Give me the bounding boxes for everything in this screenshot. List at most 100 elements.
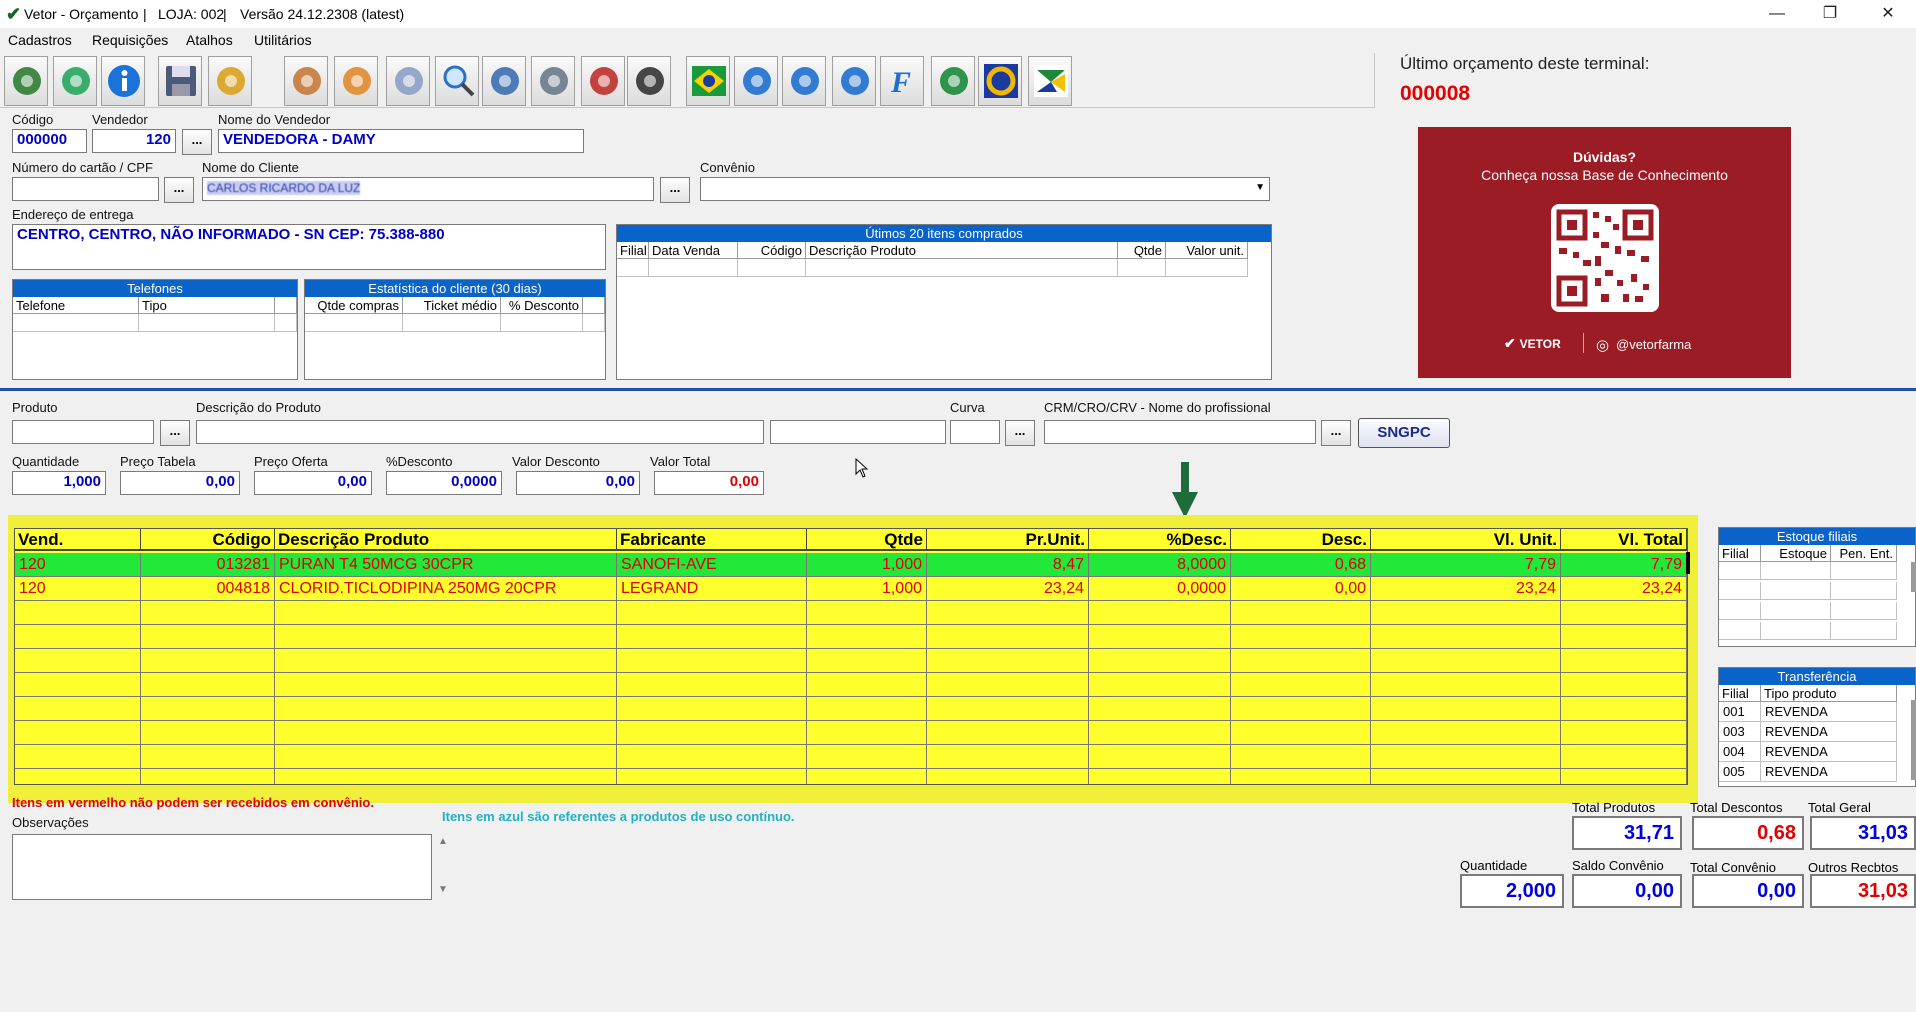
table-row[interactable] (15, 601, 1687, 625)
table-row[interactable] (15, 673, 1687, 697)
flag-icon[interactable] (1028, 56, 1072, 106)
cell-codigo: 013281 (141, 553, 275, 577)
cartao-lookup-button[interactable]: ... (164, 177, 194, 203)
refresh-icon[interactable] (53, 56, 97, 106)
table-row[interactable]: 004 REVENDA (1719, 742, 1897, 762)
person-run-icon[interactable] (734, 56, 778, 106)
table-cell (1831, 622, 1897, 640)
recycle-icon[interactable] (931, 56, 975, 106)
maximize-icon[interactable]: ❐ (1808, 2, 1852, 26)
col-codigo[interactable]: Código (141, 529, 275, 551)
col-fabricante[interactable]: Fabricante (617, 529, 807, 551)
col-vend[interactable]: Vend. (15, 529, 141, 551)
table-row[interactable] (15, 697, 1687, 721)
table-row[interactable]: 005 REVENDA (1719, 762, 1897, 782)
add-user-icon[interactable] (4, 56, 48, 106)
desconto-pct-field[interactable]: 0,0000 (386, 471, 502, 495)
spiral-icon[interactable] (832, 56, 876, 106)
table-cell (649, 259, 738, 277)
descricao-produto-field[interactable] (196, 420, 764, 444)
brazil-flag-icon[interactable] (686, 56, 730, 106)
produto-lookup-button[interactable]: ... (160, 420, 190, 446)
col-pct-desc[interactable]: %Desc. (1089, 529, 1231, 551)
web-cart-icon[interactable] (627, 56, 671, 106)
table-row[interactable]: 120 013281 PURAN T4 50MCG 30CPR SANOFI-AVE 1… (15, 553, 1687, 577)
valor-desconto-label: Valor Desconto (512, 454, 600, 469)
chevron-down-icon[interactable]: ▼ (1255, 182, 1265, 193)
dna-icon[interactable] (782, 56, 826, 106)
quantidade-field[interactable]: 1,000 (12, 471, 106, 495)
quantidade-label: Quantidade (12, 454, 80, 469)
cliente-lookup-button[interactable]: ... (660, 177, 690, 203)
scroll-down-icon[interactable]: ▼ (438, 884, 448, 895)
estatistica-title: Estatística do cliente (30 dias) (305, 280, 605, 297)
cartao-label: Número do cartão / CPF (12, 160, 153, 175)
edit-icon[interactable] (208, 56, 252, 106)
vendedor-lookup-button[interactable]: ... (182, 129, 212, 155)
close-icon[interactable]: ✕ (1866, 2, 1910, 26)
cell-filial: 005 (1719, 762, 1761, 782)
menu-cadastros[interactable]: Cadastros (8, 32, 72, 48)
endereco-field[interactable]: CENTRO, CENTRO, NÃO INFORMADO - SN CEP: … (12, 224, 606, 270)
svg-text:F: F (890, 66, 911, 99)
customer-card-icon[interactable] (334, 56, 378, 106)
nome-vendedor-field[interactable]: VENDEDORA - DAMY (218, 129, 584, 153)
col-pen-ent: Pen. Ent. (1831, 545, 1897, 562)
col-qtde[interactable]: Qtde (807, 529, 927, 551)
valor-desconto-field[interactable]: 0,00 (516, 471, 640, 495)
customers-icon[interactable] (284, 56, 328, 106)
col-vl-total[interactable]: Vl. Total (1561, 529, 1687, 551)
nome-cliente-field[interactable]: CARLOS RICARDO DA LUZ (202, 177, 654, 201)
cartao-field[interactable] (12, 177, 159, 201)
col-vl-unit[interactable]: Vl. Unit. (1371, 529, 1561, 551)
convenio-select[interactable]: ▼ (700, 177, 1270, 201)
cell-vl-unit (1371, 745, 1561, 769)
knowledge-base-banner[interactable]: Dúvidas? Conheça nossa Base de Conhecime… (1418, 127, 1791, 378)
save-icon[interactable] (158, 56, 202, 106)
menu-utilitarios[interactable]: Utilitários (254, 32, 312, 48)
col-pr-unit[interactable]: Pr.Unit. (927, 529, 1089, 551)
table-row[interactable] (15, 625, 1687, 649)
search-icon[interactable] (435, 56, 479, 106)
col-desconto: % Desconto (501, 297, 583, 314)
table-row[interactable]: 001 REVENDA (1719, 702, 1897, 722)
curva-field[interactable] (950, 420, 1000, 444)
preco-oferta-field[interactable]: 0,00 (254, 471, 372, 495)
delivery-icon[interactable] (581, 56, 625, 106)
user-icon[interactable] (531, 56, 575, 106)
codigo-field[interactable]: 000000 (12, 129, 87, 153)
cell-descricao (275, 625, 617, 649)
curva-lookup-button[interactable]: ... (1005, 420, 1035, 446)
estoque-scrollbar[interactable] (1911, 562, 1916, 592)
menu-atalhos[interactable]: Atalhos (186, 32, 233, 48)
transferencia-scrollbar[interactable] (1911, 700, 1916, 780)
scroll-up-icon[interactable]: ▲ (438, 836, 448, 847)
recycle-icon-glyph (940, 67, 968, 95)
ring-icon[interactable] (978, 56, 1022, 106)
crm-field[interactable] (1044, 420, 1316, 444)
col-descricao[interactable]: Descrição Produto (275, 529, 617, 551)
cell-codigo (141, 673, 275, 697)
info-icon[interactable] (101, 56, 145, 106)
observacoes-textarea[interactable] (12, 834, 432, 900)
produto-extra-field[interactable] (770, 420, 946, 444)
table-row[interactable] (15, 745, 1687, 769)
table-row[interactable] (15, 649, 1687, 673)
table-row[interactable]: 120 004818 CLORID.TICLODIPINA 250MG 20CPR L… (15, 577, 1687, 601)
book-icon[interactable] (482, 56, 526, 106)
menu-requisicoes[interactable]: Requisições (92, 32, 168, 48)
col-desc[interactable]: Desc. (1231, 529, 1371, 551)
table-row[interactable]: 003 REVENDA (1719, 722, 1897, 742)
crm-lookup-button[interactable]: ... (1321, 420, 1351, 446)
valor-total-field[interactable]: 0,00 (654, 471, 764, 495)
produto-field[interactable] (12, 420, 154, 444)
table-row[interactable] (15, 769, 1687, 784)
sngpc-button[interactable]: SNGPC (1358, 418, 1450, 448)
f-logo-icon[interactable]: F (880, 56, 924, 106)
vendedor-field[interactable]: 120 (92, 129, 176, 153)
table-row[interactable] (15, 721, 1687, 745)
items-grid[interactable]: Vend. Código Descrição Produto Fabricant… (14, 528, 1688, 785)
preco-tabela-field[interactable]: 0,00 (120, 471, 240, 495)
documents-icon[interactable] (386, 56, 430, 106)
minimize-icon[interactable]: — (1755, 2, 1799, 26)
